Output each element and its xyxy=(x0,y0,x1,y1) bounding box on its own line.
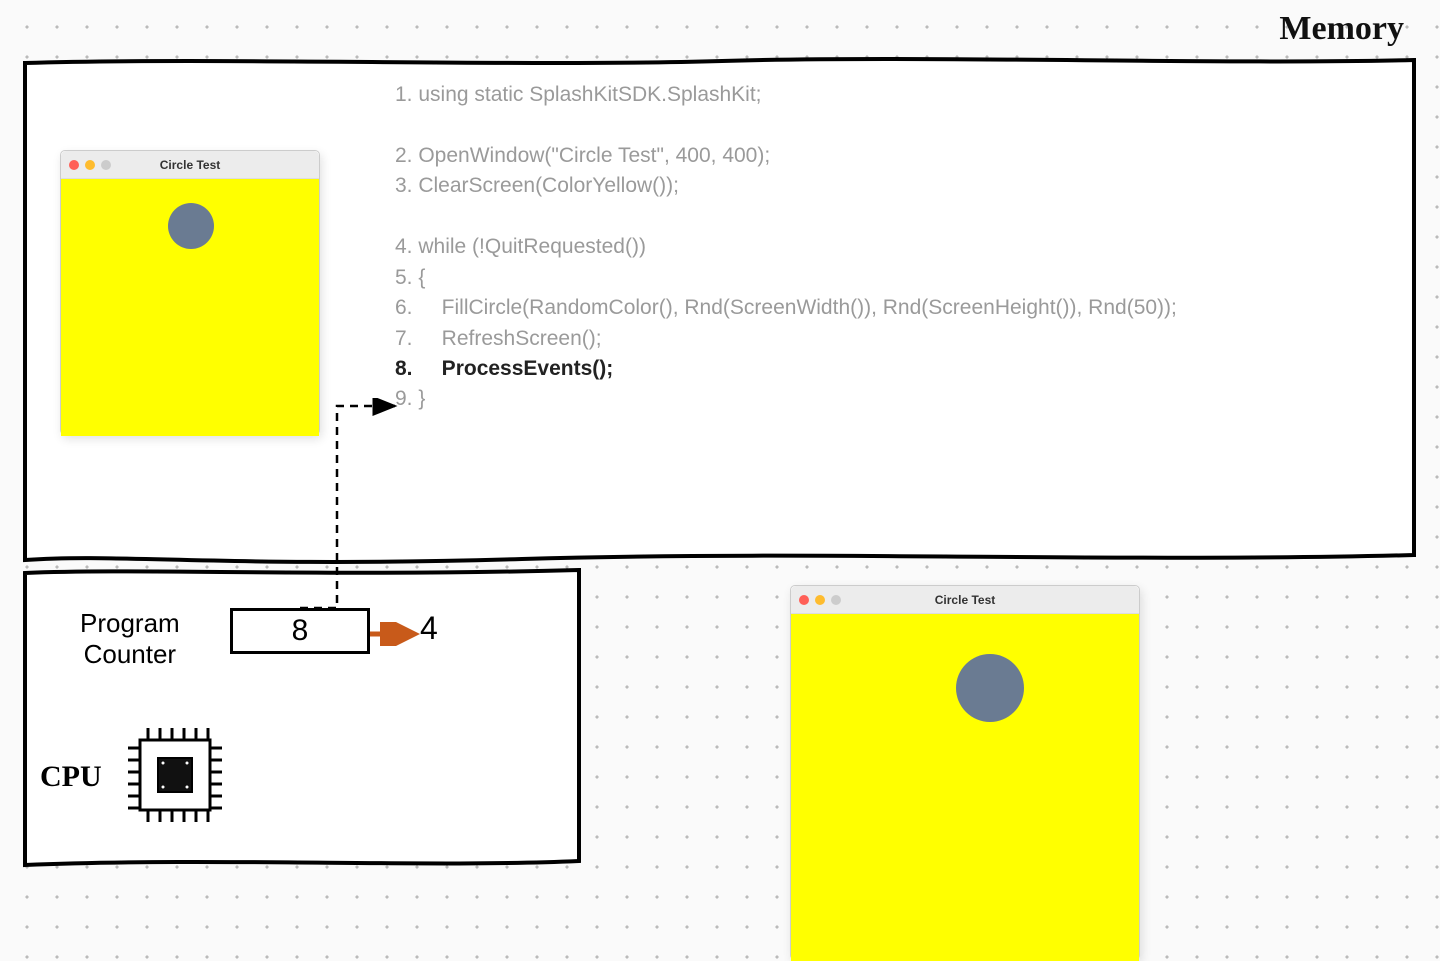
window-canvas xyxy=(791,614,1139,961)
window-preview-memory: Circle Test xyxy=(60,150,320,435)
window-titlebar: Circle Test xyxy=(791,586,1139,614)
drawn-circle xyxy=(956,654,1024,722)
cpu-label: CPU xyxy=(40,760,102,794)
program-counter-next: 4 xyxy=(420,610,438,647)
window-canvas xyxy=(61,179,319,436)
window-title: Circle Test xyxy=(61,158,319,172)
code-listing: 1. using static SplashKitSDK.SplashKit; … xyxy=(395,80,1177,415)
program-counter-label: Program Counter xyxy=(80,608,180,670)
memory-label: Memory xyxy=(1279,10,1404,48)
window-preview-output: Circle Test xyxy=(790,585,1140,960)
pc-to-code-connector xyxy=(300,398,420,638)
cpu-chip-icon xyxy=(120,720,230,830)
window-titlebar: Circle Test xyxy=(61,151,319,179)
window-title: Circle Test xyxy=(791,593,1139,607)
drawn-circle xyxy=(168,203,214,249)
